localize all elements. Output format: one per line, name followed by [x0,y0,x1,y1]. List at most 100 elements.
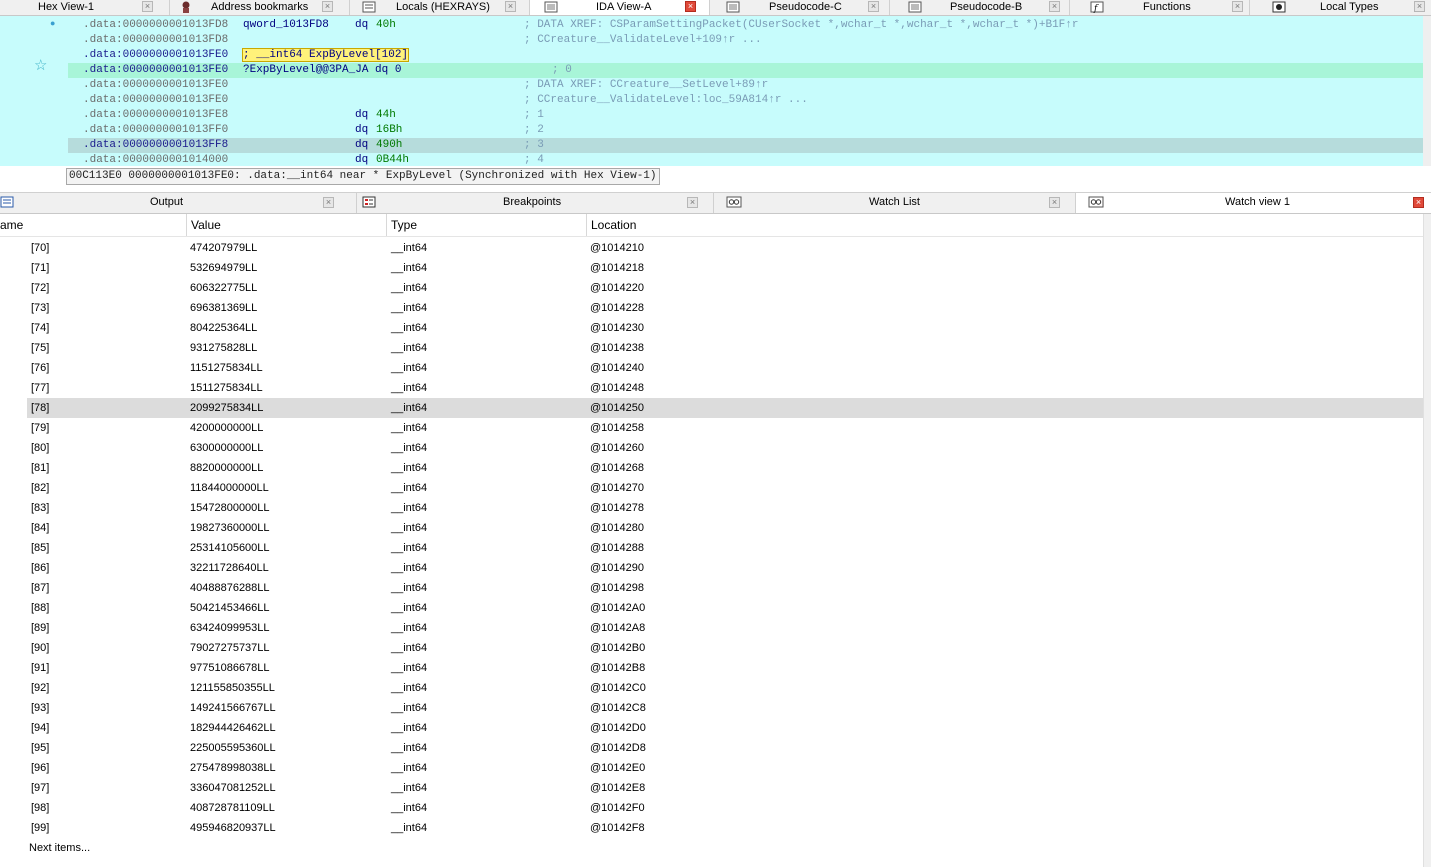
table-row[interactable]: [85] 25314105600LL __int64 @1014288 [0,538,1423,558]
table-row[interactable]: [71] 532694979LL __int64 @1014218 [0,258,1423,278]
close-icon[interactable]: × [1232,1,1243,12]
table-row[interactable]: [87] 40488876288LL __int64 @1014298 [0,578,1423,598]
cell-name: [80] [31,442,50,454]
table-row[interactable]: [82] 11844000000LL __int64 @1014270 [0,478,1423,498]
tab-functions[interactable]: f Functions × [1070,0,1250,15]
disassembly-view[interactable]: ● ☆ .data:0000000001013FD8 qword_1013FD8… [0,16,1423,166]
table-row[interactable]: [70] 474207979LL __int64 @1014210 [0,238,1423,258]
cell-name: [98] [31,802,50,814]
table-row[interactable]: [86] 32211728640LL __int64 @1014290 [0,558,1423,578]
table-header: ame Value Type Location [0,214,1423,237]
disasm-line[interactable]: .data:0000000001013FE8 dq 44h ; 1 [68,108,1423,123]
tab-pseudocode-c[interactable]: Pseudocode-C × [710,0,890,15]
table-row[interactable]: [91] 97751086678LL __int64 @10142B8 [0,658,1423,678]
table-row[interactable]: [93] 149241566767LL __int64 @10142C8 [0,698,1423,718]
cell-location: @10142A8 [590,622,646,634]
disasm-line[interactable]: .data:0000000001013FE0 ; DATA XREF: CCre… [68,78,1423,93]
table-row[interactable]: [75] 931275828LL __int64 @1014238 [0,338,1423,358]
close-icon[interactable]: × [505,1,516,12]
close-icon[interactable]: × [322,1,333,12]
cell-location: @1014270 [590,482,644,494]
close-icon[interactable]: × [868,1,879,12]
column-header-name[interactable]: ame [0,214,187,236]
close-icon[interactable]: × [1414,1,1425,12]
table-row[interactable]: [88] 50421453466LL __int64 @10142A0 [0,598,1423,618]
cell-location: @1014290 [590,562,644,574]
cell-type: __int64 [391,262,428,274]
table-row[interactable]: [81] 8820000000LL __int64 @1014268 [0,458,1423,478]
table-row-selected[interactable]: [78] 2099275834LL __int64 @1014250 [27,398,1423,418]
table-row[interactable]: [72] 606322775LL __int64 @1014220 [0,278,1423,298]
cell-type: __int64 [391,322,428,334]
close-icon[interactable]: × [1049,197,1060,208]
cell-location: @10142B0 [590,642,646,654]
locals-icon [362,1,376,13]
table-row[interactable]: [77] 1511275834LL __int64 @1014248 [0,378,1423,398]
disasm-line[interactable]: .data:0000000001013FE0 ; CCreature__Vali… [68,93,1423,108]
disasm-line[interactable]: .data:0000000001013FD8 qword_1013FD8 dq … [68,18,1423,33]
table-row[interactable]: [90] 79027275737LL __int64 @10142B0 [0,638,1423,658]
disasm-line[interactable]: .data:0000000001013FD8 ; CCreature__Vali… [68,33,1423,48]
disasm-line[interactable]: .data:0000000001013FF0 dq 16Bh ; 2 [68,123,1423,138]
watch-scrollbar[interactable] [1423,214,1431,867]
tab-label: Pseudocode-B [950,1,1023,13]
cell-location: @1014230 [590,322,644,334]
cell-name: [79] [31,422,50,434]
disasm-line[interactable]: .data:0000000001013FE0 ; __int64 ExpByLe… [68,48,1423,63]
cell-location: @10142C8 [590,702,646,714]
table-row[interactable]: [96] 275478998038LL __int64 @10142E0 [0,758,1423,778]
next-items-link[interactable]: Next items... [29,838,90,858]
cell-name: [95] [31,742,50,754]
close-icon[interactable]: × [685,1,696,12]
table-row[interactable]: [97] 336047081252LL __int64 @10142E8 [0,778,1423,798]
tab-label: Watch List [869,196,920,208]
tab-breakpoints[interactable]: Breakpoints × [357,193,714,213]
table-row[interactable]: [79] 4200000000LL __int64 @1014258 [0,418,1423,438]
tab-watch-list[interactable]: Watch List × [714,193,1076,213]
tab-label: Locals (HEXRAYS) [396,1,490,13]
table-row[interactable]: [73] 696381369LL __int64 @1014228 [0,298,1423,318]
disasm-line[interactable]: .data:0000000001014000 dq 0B44h ; 4 [68,153,1423,166]
close-icon[interactable]: × [1413,197,1424,208]
cell-type: __int64 [391,502,428,514]
disassembly-scrollbar[interactable] [1423,16,1431,166]
column-header-value[interactable]: Value [187,214,387,236]
disasm-line-selected[interactable]: .data:0000000001013FF8 dq 490h ; 3 [68,138,1423,153]
cell-value: 2099275834LL [190,402,264,414]
table-row[interactable]: [76] 1151275834LL __int64 @1014240 [0,358,1423,378]
disassembly-status-line: 00C113E0 0000000001013FE0: .data:__int64… [66,168,660,185]
tab-pseudocode-b[interactable]: Pseudocode-B × [890,0,1070,15]
table-row[interactable]: [95] 225005595360LL __int64 @10142D8 [0,738,1423,758]
cell-location: @1014278 [590,502,644,514]
column-header-type[interactable]: Type [387,214,587,236]
tab-address-bookmarks[interactable]: Address bookmarks × [170,0,350,15]
table-row[interactable]: [80] 6300000000LL __int64 @1014260 [0,438,1423,458]
cell-location: @1014238 [590,342,644,354]
disasm-line-current[interactable]: .data:0000000001013FE0 ?ExpByLevel@@3PA_… [68,63,1423,78]
table-row[interactable]: [99] 495946820937LL __int64 @10142F8 [0,818,1423,838]
tab-local-types[interactable]: Local Types × [1250,0,1431,15]
tab-hex-view-1[interactable]: Hex View-1 × [0,0,170,15]
table-row[interactable]: [98] 408728781109LL __int64 @10142F0 [0,798,1423,818]
tab-watch-view-1[interactable]: Watch view 1 × [1076,193,1431,213]
table-row[interactable]: [92] 121155850355LL __int64 @10142C0 [0,678,1423,698]
table-row[interactable]: [74] 804225364LL __int64 @1014230 [0,318,1423,338]
close-icon[interactable]: × [323,197,334,208]
table-row[interactable]: [83] 15472800000LL __int64 @1014278 [0,498,1423,518]
tab-locals-hexrays[interactable]: Locals (HEXRAYS) × [350,0,530,15]
cell-location: @10142C0 [590,682,646,694]
tab-ida-view-a[interactable]: IDA View-A × [530,0,710,15]
cell-value: 11844000000LL [190,482,269,494]
tab-label: Local Types [1320,1,1379,13]
cell-name: [93] [31,702,50,714]
close-icon[interactable]: × [1049,1,1060,12]
column-header-location[interactable]: Location [587,214,1423,236]
table-row[interactable]: [94] 182944426462LL __int64 @10142D0 [0,718,1423,738]
table-row[interactable]: [89] 63424099953LL __int64 @10142A8 [0,618,1423,638]
close-icon[interactable]: × [142,1,153,12]
close-icon[interactable]: × [687,197,698,208]
tab-output[interactable]: Output × [0,193,357,213]
cell-value: 532694979LL [190,262,258,274]
table-row[interactable]: [84] 19827360000LL __int64 @1014280 [0,518,1423,538]
cell-name: [76] [31,362,50,374]
